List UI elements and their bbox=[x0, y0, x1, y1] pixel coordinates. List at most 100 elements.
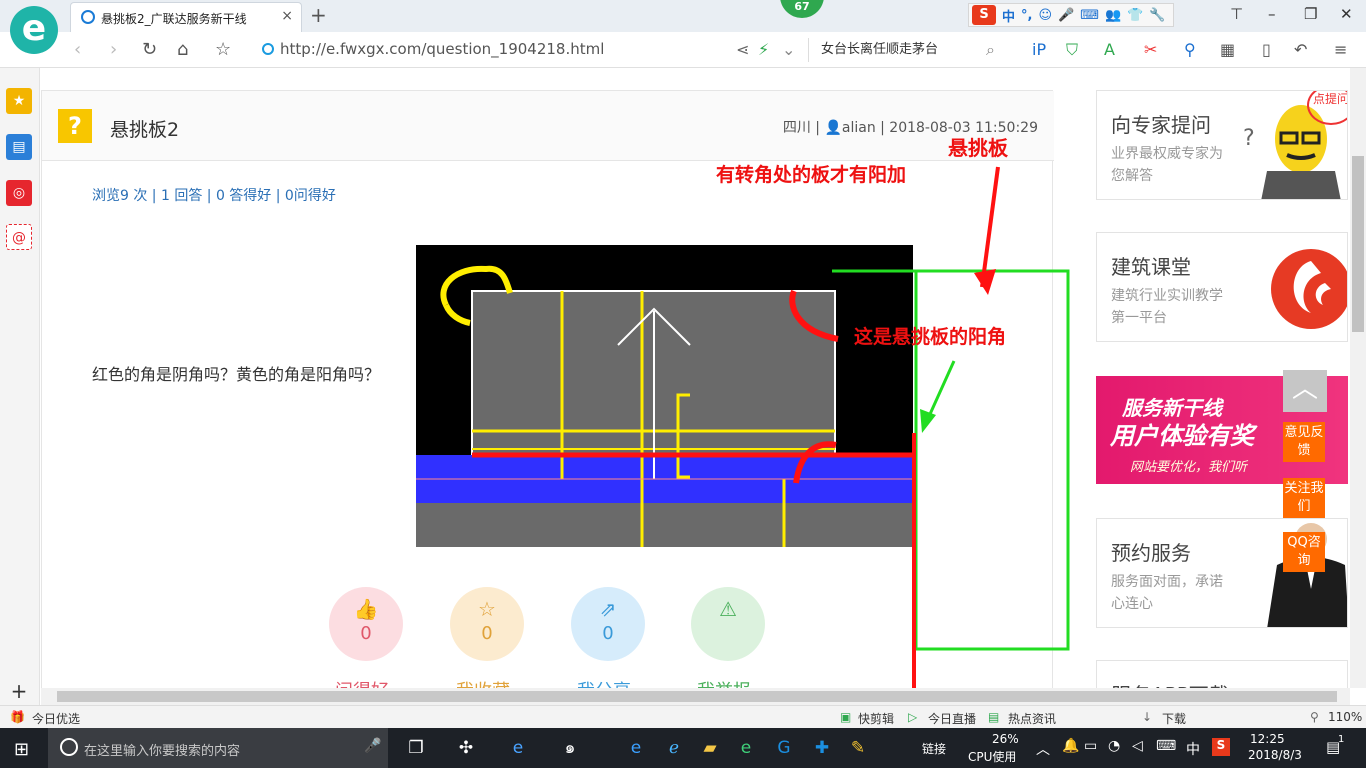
search-input[interactable]: 女台长离任顺走茅台 bbox=[808, 38, 1006, 62]
action-label[interactable]: 我举报 bbox=[697, 677, 751, 688]
news-icon[interactable]: ▤ bbox=[988, 710, 999, 724]
ie-icon[interactable]: e bbox=[506, 736, 530, 760]
clock-date[interactable]: 2018/8/3 bbox=[1248, 748, 1302, 762]
browser-360-icon[interactable]: e bbox=[734, 736, 758, 760]
lightning-icon[interactable]: ⚡ bbox=[758, 40, 769, 59]
horizontal-scrollbar[interactable] bbox=[41, 688, 1350, 705]
ie-browser-icon[interactable]: ℯ bbox=[662, 736, 686, 760]
favorites-icon[interactable]: ★ bbox=[6, 88, 32, 114]
action-label[interactable]: 我收藏 bbox=[456, 677, 510, 688]
clock-time[interactable]: 12:25 bbox=[1250, 732, 1285, 746]
settings-icon[interactable]: 🔧 bbox=[1149, 8, 1165, 23]
tab-close-button[interactable]: × bbox=[281, 8, 293, 24]
expert-card[interactable]: 向专家提问 业界最权威专家为您解答 ? 点提问 bbox=[1096, 90, 1348, 200]
punctuation-icon[interactable]: °, bbox=[1021, 8, 1032, 23]
forward-icon[interactable]: › bbox=[110, 39, 117, 60]
close-window-button[interactable]: ✕ bbox=[1340, 5, 1353, 23]
back-to-top-button[interactable]: ︿ bbox=[1283, 370, 1327, 412]
g-app-icon[interactable]: G bbox=[772, 736, 796, 760]
zoom-level[interactable]: 110% bbox=[1328, 710, 1362, 724]
undo-icon[interactable]: ↶ bbox=[1294, 40, 1307, 59]
share-icon[interactable]: ⋖ bbox=[736, 40, 749, 59]
email-icon[interactable]: @ bbox=[6, 224, 32, 250]
list-icon[interactable]: ▤ bbox=[6, 134, 32, 160]
back-icon[interactable]: ‹ bbox=[74, 39, 81, 60]
add-sidebar-button[interactable]: + bbox=[6, 678, 32, 704]
status-item[interactable]: 下载 bbox=[1162, 710, 1186, 727]
shield-icon[interactable]: ⛉ bbox=[1066, 40, 1078, 60]
microphone-icon[interactable]: 🎤 bbox=[364, 738, 381, 754]
folder-icon[interactable]: ▰ bbox=[698, 736, 722, 760]
task-view-icon[interactable]: ❐ bbox=[404, 736, 428, 760]
qq-consult-button[interactable]: QQ咨询 bbox=[1283, 532, 1325, 572]
follow-button[interactable]: 关注我们 bbox=[1283, 478, 1325, 518]
scroll-thumb[interactable] bbox=[57, 691, 1337, 702]
tab-active[interactable]: 悬挑板2_广联达服务新干线 × bbox=[70, 2, 302, 32]
refresh-icon[interactable]: ↻ bbox=[142, 39, 157, 60]
download-icon[interactable]: ↓ bbox=[1142, 710, 1152, 724]
weibo-icon[interactable]: ◎ bbox=[6, 180, 32, 206]
swirl-app-icon[interactable]: ๑ bbox=[558, 736, 582, 760]
course-card[interactable]: 建筑课堂 建筑行业实训教学第一平台 bbox=[1096, 232, 1348, 342]
translate-icon[interactable]: A bbox=[1104, 40, 1115, 59]
new-tab-button[interactable]: + bbox=[310, 3, 327, 27]
live-icon[interactable]: ▷ bbox=[908, 710, 917, 724]
keyboard-icon[interactable]: ⌨ bbox=[1156, 738, 1176, 754]
speed-badge[interactable]: 67 bbox=[780, 0, 824, 18]
apps-icon[interactable]: ▦ bbox=[1220, 40, 1235, 59]
status-left[interactable]: 今日优选 bbox=[32, 710, 80, 727]
menu-icon[interactable]: ≡ bbox=[1334, 40, 1347, 59]
chevron-down-icon[interactable]: ⌄ bbox=[782, 40, 795, 59]
action-circle-button[interactable]: 👍 0 bbox=[329, 587, 403, 661]
cross-app-icon[interactable]: ✚ bbox=[810, 736, 834, 760]
windows-start-icon[interactable]: ⊞ bbox=[14, 739, 29, 760]
gift-icon[interactable]: 🎁 bbox=[10, 710, 25, 724]
chevron-up-icon[interactable]: ︿ bbox=[1036, 739, 1050, 759]
url-field[interactable]: http://e.fwxgx.com/question_1904218.html bbox=[262, 40, 604, 58]
battery-icon[interactable]: ▭ bbox=[1084, 738, 1097, 754]
clip-icon[interactable]: ▣ bbox=[840, 710, 851, 724]
sogou-logo-icon[interactable]: S bbox=[972, 5, 996, 25]
status-item[interactable]: 热点资讯 bbox=[1008, 710, 1056, 727]
action-circle-button[interactable]: ⚠ bbox=[691, 587, 765, 661]
magnifier-icon[interactable]: ⚲ bbox=[1184, 40, 1196, 59]
taskbar-search[interactable]: 在这里输入你要搜索的内容 🎤 bbox=[48, 728, 388, 768]
shirt-icon[interactable]: ⊤ bbox=[1230, 5, 1243, 23]
status-item[interactable]: 快剪辑 bbox=[858, 710, 894, 727]
zoom-icon[interactable]: ⚲ bbox=[1310, 710, 1319, 724]
notepad-icon[interactable]: ✎ bbox=[846, 736, 870, 760]
scroll-thumb[interactable] bbox=[1352, 156, 1364, 332]
action-label[interactable]: 我分享 bbox=[577, 677, 631, 688]
action-circle-button[interactable]: ⇗ 0 bbox=[571, 587, 645, 661]
reader-icon[interactable]: ▯ bbox=[1262, 40, 1271, 59]
volume-icon[interactable]: ◁ bbox=[1132, 738, 1143, 754]
action-circle-button[interactable]: ☆ 0 bbox=[450, 587, 524, 661]
users-icon[interactable]: 👥 bbox=[1105, 8, 1121, 23]
feedback-button[interactable]: 意见反馈 bbox=[1283, 422, 1325, 462]
sogou-ime-toolbar[interactable]: S 中 °, ☺ 🎤 ⌨ 👥 👕 🔧 bbox=[968, 3, 1174, 27]
favorite-star-icon[interactable]: ☆ bbox=[215, 39, 231, 60]
sogou-tray-icon[interactable]: S bbox=[1212, 738, 1230, 756]
ime-chinese-icon[interactable]: 中 bbox=[1002, 6, 1015, 25]
fan-app-icon[interactable]: ✣ bbox=[454, 736, 478, 760]
action-label[interactable]: 问得好 bbox=[335, 677, 389, 688]
browser-logo-icon[interactable]: e bbox=[10, 6, 58, 54]
app-card[interactable]: 服务APP下载 bbox=[1096, 660, 1348, 688]
edge-icon[interactable]: e bbox=[624, 736, 648, 760]
emoji-icon[interactable]: ☺ bbox=[1038, 8, 1052, 23]
vertical-scrollbar[interactable] bbox=[1350, 68, 1366, 688]
p-ext-icon[interactable]: iP bbox=[1032, 40, 1046, 59]
home-icon[interactable]: ⌂ bbox=[177, 39, 188, 60]
status-item[interactable]: 今日直播 bbox=[928, 710, 976, 727]
scissors-icon[interactable]: ✂ bbox=[1144, 40, 1157, 59]
minimize-button[interactable]: – bbox=[1268, 5, 1276, 23]
search-icon[interactable]: ⌕ bbox=[986, 40, 995, 60]
wifi-icon[interactable]: ◔ bbox=[1108, 738, 1120, 754]
link-label[interactable]: 链接 bbox=[922, 740, 946, 757]
voice-icon[interactable]: 🎤 bbox=[1058, 8, 1074, 23]
skin-icon[interactable]: 👕 bbox=[1127, 8, 1143, 23]
ime-indicator[interactable]: 中 bbox=[1186, 739, 1200, 759]
maximize-button[interactable]: ❐ bbox=[1304, 5, 1317, 23]
notification-bell-icon[interactable]: 🔔 bbox=[1062, 738, 1079, 754]
keyboard-icon[interactable]: ⌨ bbox=[1080, 8, 1099, 23]
